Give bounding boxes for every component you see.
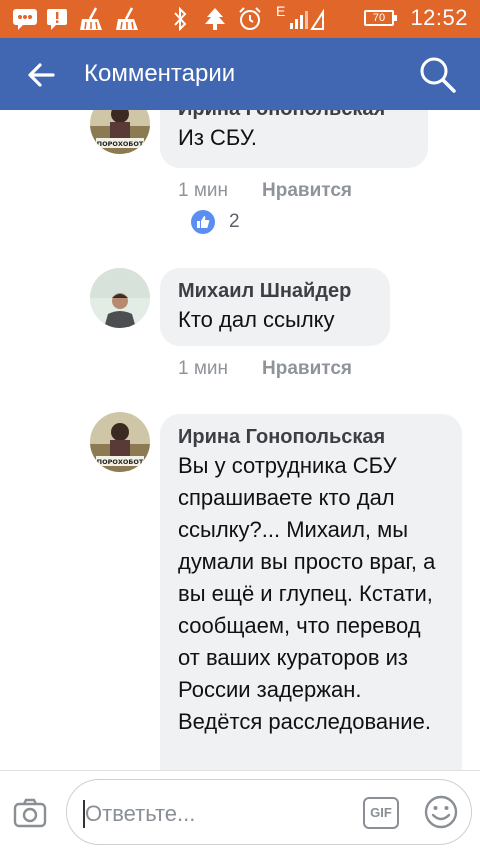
comment-time: 1 мин [178,180,229,201]
comment-text: Вы у сотрудника СБУ спрашиваете кто дал … [178,453,436,734]
reaction-count: 2 [229,211,240,232]
alarm-icon [238,7,262,31]
like-button[interactable]: Нравится [262,358,352,379]
comment-bubble: Михаил Шнайдер Кто дал ссылку [160,268,390,346]
alert-icon [46,7,68,31]
cleaner-icon [78,7,104,31]
avatar[interactable]: ПОРОХОБОТ [90,110,150,154]
tree-icon [202,7,228,31]
comment-text: Кто дал ссылку [178,307,335,332]
gif-button[interactable]: GIF [363,797,399,829]
camera-icon[interactable] [12,795,48,831]
comment-author[interactable]: Михаил Шнайдер [178,278,372,304]
app-bar: Комментарии [0,38,480,110]
comment-meta: 1 мин Нравится [178,180,352,202]
arrow-left-icon[interactable] [26,60,56,90]
avatar[interactable] [90,268,150,328]
smiley-icon[interactable] [423,794,459,830]
avatar-label: ПОРОХОБОТ [97,140,144,148]
avatar[interactable]: ПОРОХОБОТ [90,412,150,472]
clock: 12:52 [410,5,468,30]
comment-feed: ПОРОХОБОТ Ирина Гонопольская Из СБУ. 1 м… [0,110,480,770]
network-type: E [276,3,286,19]
reply-composer: GIF [0,770,480,855]
page-title: Комментарии [84,60,236,87]
comment-meta: 1 мин Нравится [178,358,352,380]
comment-bubble: Ирина Гонопольская Вы у сотрудника СБУ с… [160,414,462,770]
comment-author[interactable]: Ирина Гонопольская [178,424,444,450]
reply-input[interactable] [83,800,345,828]
battery-icon: 70 [364,10,397,26]
bluetooth-icon [172,7,188,31]
message-icon [12,7,38,31]
comment-text: Из СБУ. [178,125,257,150]
comment-time: 1 мин [178,358,229,379]
thumbs-up-icon [191,210,215,234]
status-bar: E 70 12:52 [0,0,480,38]
reply-input-box[interactable]: GIF [66,779,472,845]
like-button[interactable]: Нравится [262,180,352,201]
cleaner-icon-2 [114,7,140,31]
signal-icon [288,7,324,31]
avatar-label: ПОРОХОБОТ [97,458,144,466]
comment-author[interactable]: Ирина Гонопольская [178,110,410,122]
reaction-summary[interactable]: 2 [191,210,240,234]
comment-bubble: Ирина Гонопольская Из СБУ. [160,110,428,168]
search-icon[interactable] [418,55,458,95]
